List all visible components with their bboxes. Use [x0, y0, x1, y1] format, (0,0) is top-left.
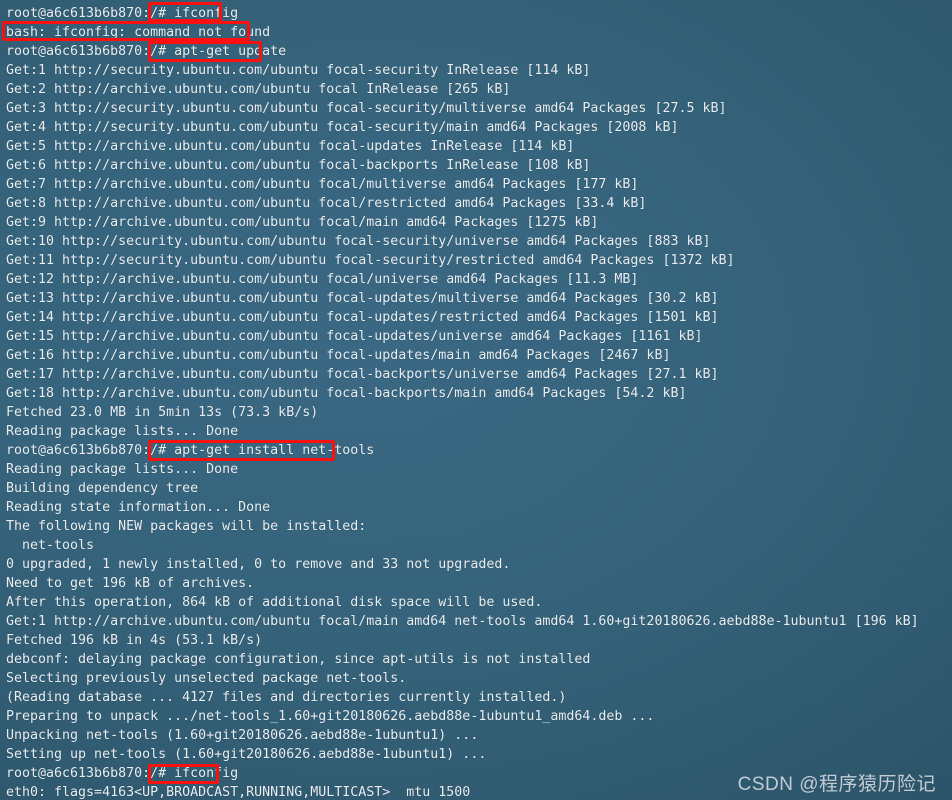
terminal-line: The following NEW packages will be insta…: [6, 519, 367, 534]
terminal-line: Get:5 http://archive.ubuntu.com/ubuntu f…: [6, 139, 575, 154]
terminal-line: Get:8 http://archive.ubuntu.com/ubuntu f…: [6, 196, 647, 211]
terminal-line: Get:13 http://archive.ubuntu.com/ubuntu …: [6, 291, 719, 306]
terminal-line: root@a6c613b6b870:/# apt-get update: [6, 44, 287, 59]
terminal-line: root@a6c613b6b870:/# ifconfig: [6, 6, 239, 21]
terminal-line: Get:16 http://archive.ubuntu.com/ubuntu …: [6, 348, 671, 363]
terminal-line: Reading package lists... Done: [6, 462, 239, 477]
terminal-line: Reading state information... Done: [6, 500, 271, 515]
terminal-line: Need to get 196 kB of archives.: [6, 576, 255, 591]
terminal-line: Get:7 http://archive.ubuntu.com/ubuntu f…: [6, 177, 639, 192]
terminal-line: Get:9 http://archive.ubuntu.com/ubuntu f…: [6, 215, 599, 230]
terminal-line: bash: ifconfig: command not found: [6, 25, 271, 40]
csdn-watermark: CSDN @程序猿历险记: [737, 774, 936, 795]
terminal-line: Get:6 http://archive.ubuntu.com/ubuntu f…: [6, 158, 591, 173]
terminal-line: Get:12 http://archive.ubuntu.com/ubuntu …: [6, 272, 639, 287]
terminal-window[interactable]: root@a6c613b6b870:/# ifconfig bash: ifcon…: [0, 0, 952, 800]
terminal-line: root@a6c613b6b870:/# apt-get install net…: [6, 443, 375, 458]
terminal-line: Selecting previously unselected package …: [6, 671, 407, 686]
terminal-line: Fetched 196 kB in 4s (53.1 kB/s): [6, 633, 263, 648]
terminal-line: debconf: delaying package configuration,…: [6, 652, 591, 667]
terminal-line: Get:1 http://archive.ubuntu.com/ubuntu f…: [6, 614, 919, 629]
terminal-line: Setting up net-tools (1.60+git20180626.a…: [6, 747, 487, 762]
terminal-line: Reading package lists... Done: [6, 424, 239, 439]
terminal-line: Get:1 http://security.ubuntu.com/ubuntu …: [6, 63, 591, 78]
terminal-line: (Reading database ... 4127 files and dir…: [6, 690, 567, 705]
terminal-line: Building dependency tree: [6, 481, 199, 496]
terminal-line: Get:15 http://archive.ubuntu.com/ubuntu …: [6, 329, 703, 344]
terminal-line: Get:11 http://security.ubuntu.com/ubuntu…: [6, 253, 735, 268]
terminal-line: Unpacking net-tools (1.60+git20180626.ae…: [6, 728, 479, 743]
terminal-output[interactable]: root@a6c613b6b870:/# ifconfig bash: ifcon…: [0, 0, 952, 800]
terminal-line: Get:14 http://archive.ubuntu.com/ubuntu …: [6, 310, 719, 325]
terminal-line: net-tools: [6, 538, 95, 553]
terminal-line: Fetched 23.0 MB in 5min 13s (73.3 kB/s): [6, 405, 319, 420]
terminal-line: After this operation, 864 kB of addition…: [6, 595, 543, 610]
terminal-line: Get:4 http://security.ubuntu.com/ubuntu …: [6, 120, 679, 135]
terminal-line: Get:17 http://archive.ubuntu.com/ubuntu …: [6, 367, 719, 382]
terminal-line: Get:18 http://archive.ubuntu.com/ubuntu …: [6, 386, 687, 401]
terminal-line: Preparing to unpack .../net-tools_1.60+g…: [6, 709, 655, 724]
terminal-line: 0 upgraded, 1 newly installed, 0 to remo…: [6, 557, 511, 572]
terminal-line: Get:3 http://security.ubuntu.com/ubuntu …: [6, 101, 727, 116]
terminal-line: Get:2 http://archive.ubuntu.com/ubuntu f…: [6, 82, 511, 97]
terminal-line: Get:10 http://security.ubuntu.com/ubuntu…: [6, 234, 711, 249]
